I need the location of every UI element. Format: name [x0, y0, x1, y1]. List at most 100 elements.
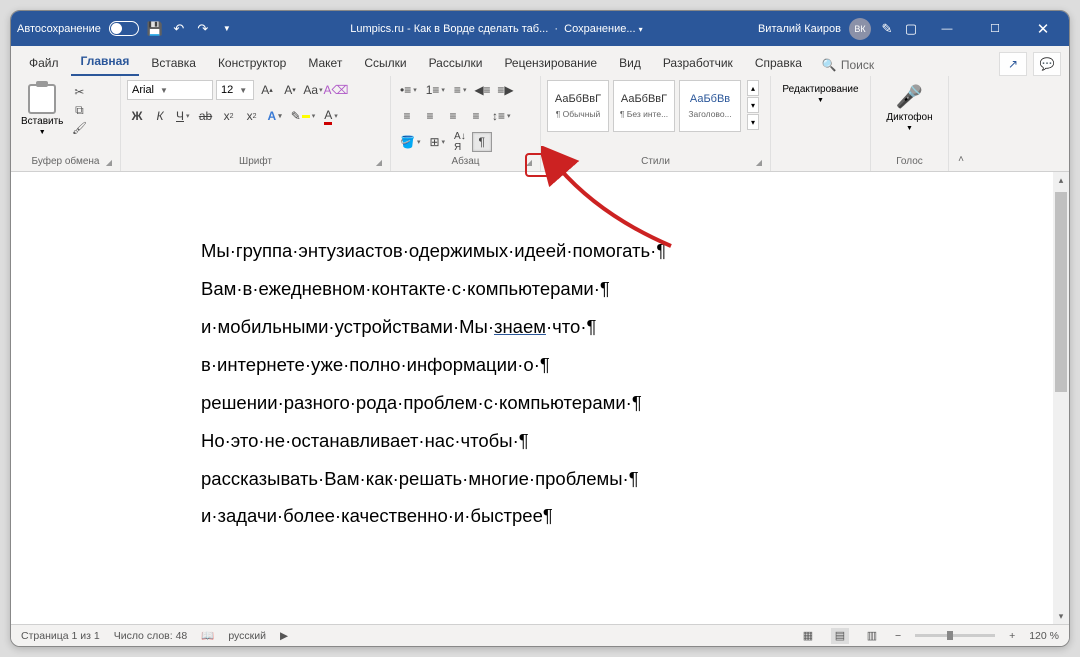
- styles-more-icon[interactable]: ▾: [747, 114, 759, 130]
- collapse-ribbon-icon[interactable]: ˄: [949, 76, 973, 171]
- comments-button[interactable]: 💬: [1033, 52, 1061, 76]
- italic-button[interactable]: К: [150, 106, 170, 126]
- zoom-out-icon[interactable]: −: [895, 630, 901, 642]
- styles-down-icon[interactable]: ▾: [747, 97, 759, 113]
- style-normal[interactable]: АаБбВвГ ¶ Обычный: [547, 80, 609, 132]
- shrink-font-icon[interactable]: A▾: [280, 80, 300, 100]
- tab-layout[interactable]: Макет: [298, 50, 352, 76]
- decrease-indent-icon[interactable]: ◀≡: [472, 80, 492, 100]
- scroll-thumb[interactable]: [1055, 192, 1067, 392]
- page-indicator[interactable]: Страница 1 из 1: [21, 630, 100, 642]
- tab-references[interactable]: Ссылки: [354, 50, 416, 76]
- share-button[interactable]: ↗: [999, 52, 1027, 76]
- increase-indent-icon[interactable]: ≡▶: [495, 80, 515, 100]
- copy-icon[interactable]: ⧉: [71, 102, 87, 118]
- highlight-icon[interactable]: ✎▾: [288, 106, 319, 126]
- language-indicator[interactable]: русский: [228, 630, 266, 642]
- autosave-toggle[interactable]: [109, 21, 139, 36]
- align-right-icon[interactable]: ≡: [443, 106, 463, 126]
- tab-help[interactable]: Справка: [745, 50, 812, 76]
- tab-file[interactable]: Файл: [19, 50, 69, 76]
- line-spacing-icon[interactable]: ↕≡▾: [489, 106, 514, 126]
- paste-button[interactable]: Вставить ▼: [17, 80, 67, 140]
- zoom-slider[interactable]: [915, 634, 995, 637]
- word-count[interactable]: Число слов: 48: [114, 630, 188, 642]
- sort-icon[interactable]: A↓Я: [451, 132, 469, 152]
- dictate-button[interactable]: 🎤 Диктофон ▼: [882, 80, 936, 136]
- scroll-down-icon[interactable]: ▾: [1053, 608, 1069, 624]
- zoom-level[interactable]: 120 %: [1029, 630, 1059, 642]
- tab-developer[interactable]: Разработчик: [653, 50, 743, 76]
- macro-icon[interactable]: ▶: [280, 630, 288, 642]
- text-line[interactable]: в·интернете·уже·полно·информации·о·¶: [201, 346, 1069, 384]
- shading-icon[interactable]: 🪣▾: [397, 132, 423, 152]
- align-left-icon[interactable]: ≡: [397, 106, 417, 126]
- text-line[interactable]: решении·разного·рода·проблем·с·компьютер…: [201, 384, 1069, 422]
- tab-insert[interactable]: Вставка: [141, 50, 206, 76]
- tab-review[interactable]: Рецензирование: [494, 50, 607, 76]
- grow-font-icon[interactable]: A▴: [257, 80, 277, 100]
- strike-button[interactable]: ab: [196, 106, 216, 126]
- coming-soon-icon[interactable]: ✎: [879, 21, 895, 37]
- text-line[interactable]: и·задачи·более·качественно·и·быстрее¶: [201, 497, 1069, 535]
- font-size-select[interactable]: 12▼: [216, 80, 254, 100]
- text-line[interactable]: Но·это·не·останавливает·нас·чтобы·¶: [201, 422, 1069, 460]
- user-avatar[interactable]: ВК: [849, 18, 871, 40]
- text-line[interactable]: Мы·группа·энтузиастов·одержимых·идеей·по…: [201, 232, 1069, 270]
- tab-mailings[interactable]: Рассылки: [419, 50, 493, 76]
- bullets-icon[interactable]: •≡▾: [397, 80, 420, 100]
- print-layout-icon[interactable]: ▤: [831, 628, 849, 644]
- minimize-button[interactable]: —: [927, 11, 967, 46]
- underline-button[interactable]: Ч▾: [173, 106, 193, 126]
- group-editing: Редактирование ▼: [771, 76, 871, 171]
- text-line[interactable]: рассказывать·Вам·как·решать·многие·пробл…: [201, 460, 1069, 498]
- multilevel-icon[interactable]: ≡▾: [451, 80, 470, 100]
- scroll-up-icon[interactable]: ▴: [1053, 172, 1069, 188]
- page-content[interactable]: Мы·группа·энтузиастов·одержимых·идеей·по…: [11, 172, 1069, 535]
- numbering-icon[interactable]: 1≡▾: [423, 80, 448, 100]
- font-color-icon[interactable]: A▾: [321, 106, 341, 126]
- qat-dropdown-icon[interactable]: ▼: [219, 21, 235, 37]
- tab-design[interactable]: Конструктор: [208, 50, 296, 76]
- maximize-button[interactable]: ☐: [975, 11, 1015, 46]
- editing-button[interactable]: Редактирование ▼: [778, 80, 862, 108]
- vertical-scrollbar[interactable]: ▴ ▾: [1053, 172, 1069, 624]
- launcher-icon[interactable]: ◢: [526, 158, 532, 167]
- change-case-icon[interactable]: Aa▾: [303, 80, 323, 100]
- align-center-icon[interactable]: ≡: [420, 106, 440, 126]
- text-line[interactable]: Вам·в·ежедневном·контакте·с·компьютерами…: [201, 270, 1069, 308]
- borders-icon[interactable]: ⊞▾: [426, 132, 448, 152]
- bold-button[interactable]: Ж: [127, 106, 147, 126]
- text-effects-icon[interactable]: A▾: [265, 106, 285, 126]
- undo-icon[interactable]: ↶: [171, 21, 187, 37]
- launcher-icon[interactable]: ◢: [376, 158, 382, 167]
- zoom-in-icon[interactable]: +: [1009, 630, 1015, 642]
- close-button[interactable]: ✕: [1023, 11, 1063, 46]
- launcher-icon[interactable]: ◢: [756, 158, 762, 167]
- launcher-icon[interactable]: ◢: [106, 158, 112, 167]
- tab-view[interactable]: Вид: [609, 50, 651, 76]
- format-painter-icon[interactable]: 🖌: [71, 120, 87, 136]
- redo-icon[interactable]: ↷: [195, 21, 211, 37]
- show-hide-pilcrow-button[interactable]: ¶: [472, 132, 492, 152]
- web-layout-icon[interactable]: ▥: [863, 628, 881, 644]
- style-heading[interactable]: АаБбВв Заголово...: [679, 80, 741, 132]
- user-name: Виталий Каиров: [758, 23, 841, 35]
- justify-icon[interactable]: ≡: [466, 106, 486, 126]
- cut-icon[interactable]: ✂: [71, 84, 87, 100]
- text-line[interactable]: и·мобильными·устройствами·Мы·знаем·что·¶: [201, 308, 1069, 346]
- tab-home[interactable]: Главная: [71, 48, 140, 76]
- styles-scroll[interactable]: ▴ ▾ ▾: [747, 80, 759, 130]
- subscript-button[interactable]: x2: [219, 106, 239, 126]
- read-mode-icon[interactable]: ▦: [799, 628, 817, 644]
- save-icon[interactable]: 💾: [147, 21, 163, 37]
- clear-format-icon[interactable]: A⌫: [326, 80, 346, 100]
- style-nospacing[interactable]: АаБбВвГ ¶ Без инте...: [613, 80, 675, 132]
- ribbon-display-icon[interactable]: ▢: [903, 21, 919, 37]
- superscript-button[interactable]: x2: [242, 106, 262, 126]
- styles-up-icon[interactable]: ▴: [747, 80, 759, 96]
- proofing-icon[interactable]: 📖: [201, 629, 214, 642]
- font-name-select[interactable]: Arial▼: [127, 80, 213, 100]
- document-area[interactable]: Мы·группа·энтузиастов·одержимых·идеей·по…: [11, 172, 1069, 624]
- search-box[interactable]: 🔍 Поиск: [814, 54, 882, 76]
